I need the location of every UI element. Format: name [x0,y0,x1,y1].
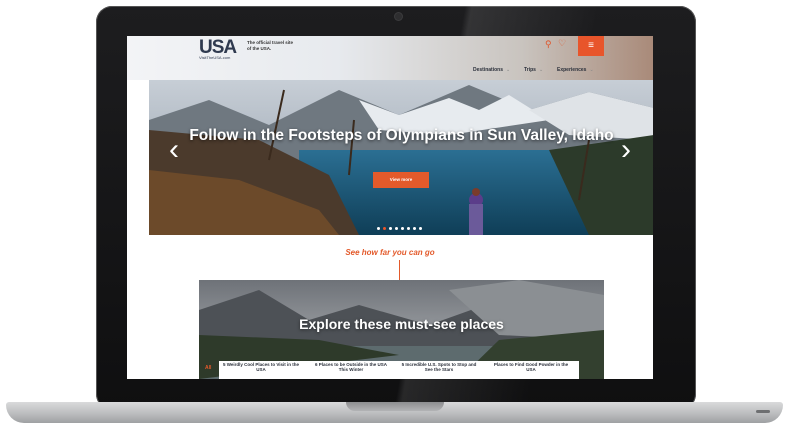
laptop-notch [346,402,444,411]
article-card[interactable]: 5 Weirdly Cool Places to Visit in the US… [221,362,301,372]
nav-experiences[interactable]: Experiences ⌄ [557,67,594,73]
carousel-dot[interactable] [395,227,398,230]
nav-label: Destinations [473,67,504,73]
carousel-dot[interactable] [401,227,404,230]
hero-title: Follow in the Footsteps of Olympians in … [189,127,614,144]
site-logo-url: VisitTheUSA.com [199,55,231,60]
article-card[interactable]: 6 Places to be Outside in the USA This W… [311,362,391,372]
carousel-dot[interactable] [389,227,392,230]
chevron-down-icon: ⌄ [538,67,544,73]
explore-title: Explore these must-see places [299,316,504,332]
search-icon[interactable]: ⚲ [545,39,552,50]
hero-carousel: Follow in the Footsteps of Olympians in … [149,80,653,235]
article-card[interactable]: Places to Find Good Powder in the USA [491,362,571,372]
menu-icon: ≡ [588,40,594,51]
section-tagline: See how far you can go [345,248,435,257]
nav-destinations[interactable]: Destinations ⌄ [473,67,510,73]
carousel-dot[interactable] [377,227,380,230]
chevron-down-icon: ⌄ [506,67,511,73]
view-more-button[interactable]: View more [373,172,429,188]
carousel-dot[interactable] [413,227,416,230]
laptop-foot [756,410,770,413]
heart-icon[interactable]: ♡ [558,38,566,49]
carousel-dot[interactable] [383,227,386,230]
nav-trips[interactable]: Trips ⌄ [524,67,543,73]
filter-all[interactable]: All [205,365,211,371]
prev-arrow-icon[interactable]: ‹ [169,135,179,165]
tagline-line-2: of the USA. [247,46,272,51]
webcam [395,13,402,20]
menu-button[interactable]: ≡ [578,36,604,56]
explore-banner: Explore these must-see places All 5 Weir… [199,280,604,379]
article-cards: All 5 Weirdly Cool Places to Visit in th… [205,361,579,379]
article-card[interactable]: 5 Incredible U.S. Spots to Stop and See … [399,362,479,372]
carousel-dot[interactable] [419,227,422,230]
nav-label: Experiences [557,67,587,73]
site-tagline: The official travel site of the USA. [247,40,307,52]
carousel-dot[interactable] [407,227,410,230]
nav-label: Trips [524,67,536,73]
next-arrow-icon[interactable]: › [621,135,631,165]
carousel-dots [377,217,437,230]
hero-image [149,80,653,235]
chevron-down-icon: ⌄ [589,67,594,73]
browser-screen: USA VisitTheUSA.com The official travel … [127,36,653,379]
